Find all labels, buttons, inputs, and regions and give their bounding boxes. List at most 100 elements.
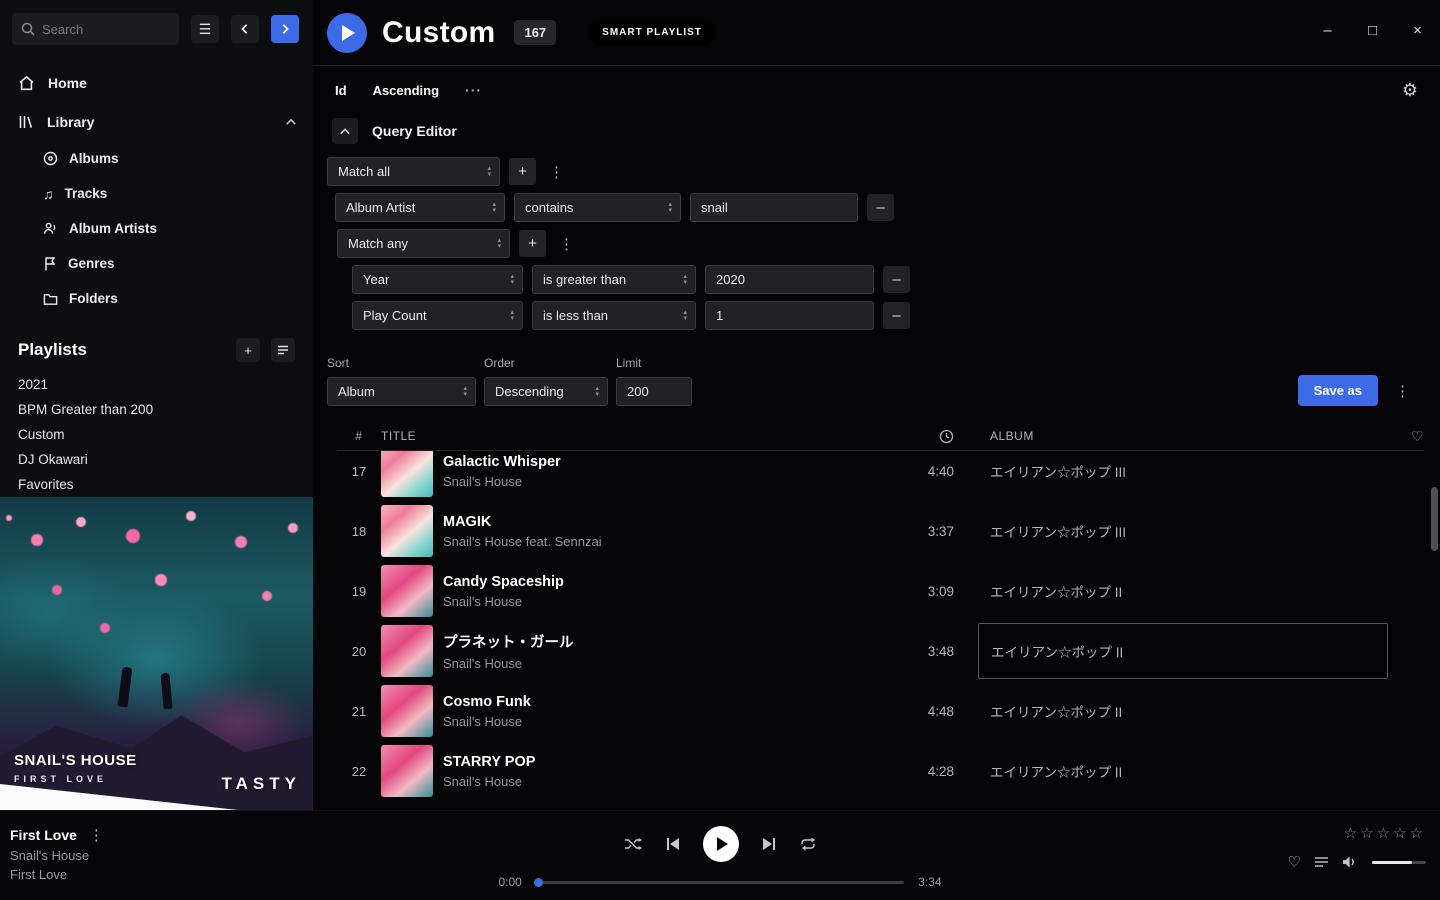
sidebar-item-genres[interactable]: Genres [0, 246, 313, 281]
playlist-list-button[interactable] [271, 338, 295, 362]
sort-field-button[interactable]: Id [335, 83, 347, 98]
playlists-title: Playlists [18, 340, 87, 360]
group-menu-button[interactable]: ⋮ [555, 235, 578, 253]
close-button[interactable]: × [1395, 0, 1440, 60]
table-row[interactable]: 20 プラネット・ガール Snail's House 3:48 エイリアン☆ポッ… [337, 621, 1424, 681]
playlist-list: 2021 BPM Greater than 200 Custom DJ Okaw… [0, 362, 313, 497]
play-playlist-button[interactable] [327, 13, 367, 53]
previous-track-button[interactable] [666, 837, 680, 851]
sidebar-item-album-artists[interactable]: Album Artists [0, 211, 313, 246]
column-title[interactable]: TITLE [381, 429, 879, 443]
limit-input[interactable] [616, 377, 692, 406]
column-album[interactable]: ALBUM [978, 429, 1388, 443]
rule-operator-select[interactable]: is less than ▴▾ [532, 301, 696, 330]
rating-stars[interactable]: ☆☆☆☆☆ [1344, 824, 1426, 842]
track-album[interactable]: エイリアン☆ポップ II [978, 701, 1388, 721]
remove-rule-button[interactable]: – [883, 266, 910, 293]
nav-back-button[interactable] [231, 15, 259, 43]
order-select[interactable]: Descending ▴▾ [484, 377, 608, 406]
search-input[interactable] [42, 22, 170, 37]
seek-handle[interactable] [534, 878, 543, 887]
scrollbar-thumb[interactable] [1431, 487, 1438, 551]
add-playlist-button[interactable]: + [236, 338, 260, 362]
rule-value-input[interactable] [705, 301, 874, 330]
rule-field-select[interactable]: Play Count ▴▾ [352, 301, 523, 330]
sidebar-item-tracks[interactable]: ♫ Tracks [0, 176, 313, 211]
rule-field-select[interactable]: Year ▴▾ [352, 265, 523, 294]
sort-order-button[interactable]: Ascending [373, 83, 439, 98]
table-row[interactable]: 22 STARRY POP Snail's House 4:28 エイリアン☆ポ… [337, 741, 1424, 801]
maximize-button[interactable]: □ [1350, 0, 1395, 60]
table-row[interactable]: 19 Candy Spaceship Snail's House 3:09 エイ… [337, 561, 1424, 621]
music-note-icon: ♫ [43, 186, 54, 202]
track-album-focused[interactable]: エイリアン☆ポップ II [978, 623, 1388, 679]
table-row[interactable]: 21 Cosmo Funk Snail's House 4:48 エイリアン☆ポ… [337, 681, 1424, 741]
add-rule-button[interactable]: + [519, 230, 546, 257]
chevron-up-icon[interactable] [285, 117, 297, 127]
nav-forward-button[interactable] [271, 15, 299, 43]
minimize-button[interactable]: – [1305, 0, 1350, 60]
sort-select[interactable]: Album ▴▾ [327, 377, 476, 406]
rule-field-select[interactable]: Album Artist ▴▾ [335, 193, 505, 222]
playlist-item[interactable]: BPM Greater than 200 [18, 397, 295, 422]
track-album[interactable]: エイリアン☆ポップ III [978, 461, 1388, 481]
playlist-item[interactable]: DJ Okawari [18, 447, 295, 472]
shuffle-icon [624, 837, 643, 851]
star-icon[interactable]: ☆ [1410, 825, 1426, 842]
track-artist: Snail's House [443, 474, 869, 489]
settings-button[interactable]: ⚙ [1402, 80, 1418, 101]
rule-value-input[interactable] [690, 193, 858, 222]
remove-rule-button[interactable]: – [883, 302, 910, 329]
more-options-button[interactable]: ··· [465, 82, 482, 98]
menu-button[interactable]: ☰ [191, 15, 219, 43]
column-number[interactable]: # [337, 429, 381, 443]
save-menu-button[interactable]: ⋮ [1391, 382, 1414, 400]
sidebar-item-library[interactable]: Library [0, 102, 313, 141]
seek-bar[interactable] [536, 881, 904, 884]
star-icon[interactable]: ☆ [1377, 825, 1393, 842]
favorite-button[interactable]: ♡ [1288, 853, 1301, 871]
remove-rule-button[interactable]: – [867, 194, 894, 221]
sidebar-item-home[interactable]: Home [0, 63, 313, 102]
table-row[interactable]: 18 MAGIK Snail's House feat. Sennzai 3:3… [337, 501, 1424, 561]
table-row[interactable]: 17 Galactic Whisper Snail's House 4:40 エ… [337, 451, 1424, 501]
track-album[interactable]: エイリアン☆ポップ III [978, 521, 1388, 541]
track-menu-button[interactable]: ⋮ [85, 826, 108, 844]
search-box[interactable] [12, 13, 179, 45]
star-icon[interactable]: ☆ [1344, 825, 1360, 842]
play-pause-button[interactable] [703, 826, 739, 862]
sidebar-item-albums[interactable]: Albums [0, 141, 313, 176]
total-time: 3:34 [918, 875, 950, 889]
collapse-query-editor-button[interactable] [332, 118, 358, 144]
favorite-column-icon[interactable]: ♡ [1411, 428, 1424, 445]
volume-slider[interactable] [1372, 861, 1426, 864]
rule-operator-select[interactable]: contains ▴▾ [514, 193, 681, 222]
repeat-button[interactable] [799, 837, 817, 851]
queue-button[interactable] [1314, 856, 1329, 868]
star-icon[interactable]: ☆ [1360, 825, 1376, 842]
track-album[interactable]: エイリアン☆ポップ II [978, 581, 1388, 601]
next-track-button[interactable] [762, 837, 776, 851]
playlist-item[interactable]: Favorites [18, 472, 295, 497]
home-icon [18, 75, 35, 91]
hamburger-icon: ☰ [199, 21, 212, 38]
sidebar-item-folders[interactable]: Folders [0, 281, 313, 316]
group-match-mode-select[interactable]: Match any ▴▾ [337, 229, 510, 258]
shuffle-button[interactable] [624, 837, 643, 851]
playlist-item[interactable]: Custom [18, 422, 295, 447]
save-as-button[interactable]: Save as [1298, 375, 1378, 406]
rule-value-input[interactable] [705, 265, 874, 294]
group-menu-button[interactable]: ⋮ [545, 163, 568, 181]
match-mode-select[interactable]: Match all ▴▾ [327, 157, 500, 186]
select-value: Descending [495, 384, 564, 399]
artwork-figure [118, 667, 133, 708]
add-rule-button[interactable]: + [509, 158, 536, 185]
now-playing-artwork[interactable]: SNAIL'S HOUSE FIRST LOVE TASTY [0, 497, 313, 810]
star-icon[interactable]: ☆ [1393, 825, 1409, 842]
volume-icon[interactable] [1342, 855, 1359, 869]
transport-controls: 0:00 3:34 [490, 811, 950, 889]
duration-column-icon[interactable] [939, 429, 954, 444]
rule-operator-select[interactable]: is greater than ▴▾ [532, 265, 696, 294]
track-album[interactable]: エイリアン☆ポップ II [978, 761, 1388, 781]
playlist-item[interactable]: 2021 [18, 372, 295, 397]
